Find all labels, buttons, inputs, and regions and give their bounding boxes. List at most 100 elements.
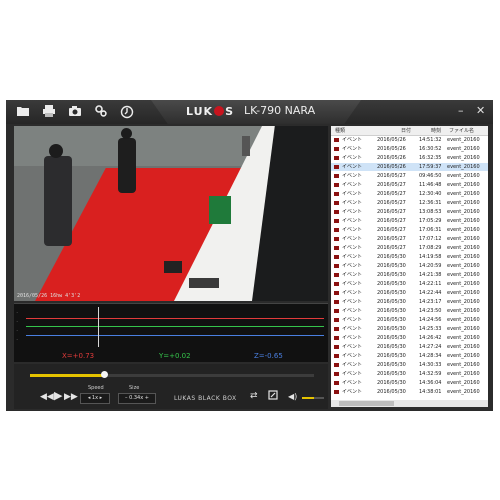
title-bar: LUK S LK-790 NARA – ✕ bbox=[6, 100, 493, 124]
gsensor-graph[interactable]: ---- X=+0.73 Y=+0.02 Z=-0.65 bbox=[14, 303, 328, 362]
playback-controls: ◀◀ ▶ ▶▶ Speed ◂ 1x ▸ Size – 0.34x + LUKA… bbox=[14, 364, 328, 409]
speed-stepper[interactable]: ◂ 1x ▸ bbox=[80, 393, 110, 404]
table-row[interactable]: イベント 2016/05/26 16:32:35 event_20160 bbox=[331, 154, 488, 162]
minimize-button[interactable]: – bbox=[458, 104, 464, 118]
graph-cursor[interactable] bbox=[97, 307, 99, 347]
table-row[interactable]: イベント 2016/05/30 14:26:42 event_20160 bbox=[331, 334, 488, 342]
cell-date: 2016/05/30 bbox=[377, 308, 406, 314]
cell-time: 14:21:38 bbox=[419, 272, 442, 278]
table-row[interactable]: イベント 2016/05/26 14:51:32 event_20160 bbox=[331, 136, 488, 144]
size-label: Size bbox=[129, 385, 140, 391]
event-flag-icon bbox=[334, 390, 339, 394]
table-row[interactable]: イベント 2016/05/27 17:08:29 event_20160 bbox=[331, 244, 488, 252]
table-row[interactable]: イベント 2016/05/30 14:19:58 event_20160 bbox=[331, 253, 488, 261]
cell-date: 2016/05/27 bbox=[377, 218, 406, 224]
cell-date: 2016/05/30 bbox=[377, 272, 406, 278]
cell-date: 2016/05/26 bbox=[377, 146, 406, 152]
table-row[interactable]: イベント 2016/05/26 17:59:37 event_20160 bbox=[331, 163, 488, 171]
cell-file: event_20160 bbox=[447, 353, 480, 359]
table-row[interactable]: イベント 2016/05/27 09:46:50 event_20160 bbox=[331, 172, 488, 180]
cell-file: event_20160 bbox=[447, 146, 480, 152]
cell-type: イベント bbox=[342, 200, 363, 206]
cell-file: event_20160 bbox=[447, 200, 480, 206]
table-row[interactable]: イベント 2016/05/30 14:25:33 event_20160 bbox=[331, 325, 488, 333]
table-row[interactable]: イベント 2016/05/30 14:32:59 event_20160 bbox=[331, 370, 488, 378]
cell-date: 2016/05/30 bbox=[377, 263, 406, 269]
camera-icon[interactable] bbox=[68, 105, 82, 119]
event-flag-icon bbox=[334, 228, 339, 232]
table-row[interactable]: イベント 2016/05/30 14:22:11 event_20160 bbox=[331, 280, 488, 288]
table-row[interactable]: イベント 2016/05/30 14:22:44 event_20160 bbox=[331, 289, 488, 297]
column-header-time[interactable]: 時刻 bbox=[431, 127, 441, 134]
cell-time: 14:23:17 bbox=[419, 299, 442, 305]
graph-y-line bbox=[26, 326, 324, 327]
print-icon[interactable] bbox=[42, 105, 56, 119]
table-row[interactable]: イベント 2016/05/27 12:36:31 event_20160 bbox=[331, 199, 488, 207]
table-row[interactable]: イベント 2016/05/30 14:38:01 event_20160 bbox=[331, 388, 488, 396]
table-row[interactable]: イベント 2016/05/27 13:08:53 event_20160 bbox=[331, 208, 488, 216]
volume-icon[interactable]: ◀) bbox=[288, 392, 297, 402]
video-object bbox=[189, 278, 219, 288]
table-row[interactable]: イベント 2016/05/26 16:30:52 event_20160 bbox=[331, 145, 488, 153]
event-list: 種類 日付 時刻 ファイル名 イベント 2016/05/26 14:51:32 eve… bbox=[331, 126, 488, 400]
table-row[interactable]: イベント 2016/05/27 17:06:31 event_20160 bbox=[331, 226, 488, 234]
video-playback[interactable]: 2016/05/26 16hw 4'3'2 bbox=[14, 126, 328, 301]
cell-file: event_20160 bbox=[447, 227, 480, 233]
table-row[interactable]: イベント 2016/05/30 14:36:04 event_20160 bbox=[331, 379, 488, 387]
event-flag-icon bbox=[334, 318, 339, 322]
seek-bar-handle[interactable] bbox=[100, 371, 108, 378]
rewind-icon[interactable]: ◀◀ bbox=[40, 392, 54, 402]
table-row[interactable]: イベント 2016/05/30 14:23:17 event_20160 bbox=[331, 298, 488, 306]
table-row[interactable]: イベント 2016/05/30 14:23:50 event_20160 bbox=[331, 307, 488, 315]
event-flag-icon bbox=[334, 237, 339, 241]
volume-level bbox=[302, 397, 315, 399]
event-flag-icon bbox=[334, 282, 339, 286]
size-stepper[interactable]: – 0.34x + bbox=[118, 393, 156, 404]
seek-bar[interactable] bbox=[30, 371, 314, 378]
cell-file: event_20160 bbox=[447, 272, 480, 278]
event-flag-icon bbox=[334, 309, 339, 313]
cell-type: イベント bbox=[342, 308, 363, 314]
table-row[interactable]: イベント 2016/05/30 14:27:24 event_20160 bbox=[331, 343, 488, 351]
settings-icon[interactable] bbox=[94, 105, 108, 119]
cell-type: イベント bbox=[342, 335, 363, 341]
play-icon[interactable]: ▶ bbox=[54, 390, 62, 401]
cell-file: event_20160 bbox=[447, 245, 480, 251]
event-flag-icon bbox=[334, 345, 339, 349]
cell-type: イベント bbox=[342, 344, 363, 350]
event-flag-icon bbox=[334, 138, 339, 142]
cell-type: イベント bbox=[342, 182, 363, 188]
table-row[interactable]: イベント 2016/05/30 14:21:38 event_20160 bbox=[331, 271, 488, 279]
cell-file: event_20160 bbox=[447, 308, 480, 314]
table-row[interactable]: イベント 2016/05/30 14:24:56 event_20160 bbox=[331, 316, 488, 324]
column-header-type[interactable]: 種類 bbox=[335, 127, 345, 134]
event-flag-icon bbox=[334, 165, 339, 169]
rotate-icon[interactable]: ⇄ bbox=[250, 391, 258, 401]
close-button[interactable]: ✕ bbox=[476, 104, 485, 118]
table-row[interactable]: イベント 2016/05/27 12:30:40 event_20160 bbox=[331, 190, 488, 198]
table-row[interactable]: イベント 2016/05/27 17:07:12 event_20160 bbox=[331, 235, 488, 243]
table-row[interactable]: イベント 2016/05/30 14:20:59 event_20160 bbox=[331, 262, 488, 270]
video-person-head bbox=[49, 144, 63, 158]
fast-forward-icon[interactable]: ▶▶ bbox=[64, 392, 78, 402]
fullscreen-icon[interactable] bbox=[268, 390, 278, 403]
size-value: 0.34x bbox=[129, 395, 144, 401]
column-header-date[interactable]: 日付 bbox=[401, 127, 411, 134]
cell-type: イベント bbox=[342, 353, 363, 359]
video-object bbox=[164, 261, 182, 273]
folder-icon[interactable] bbox=[16, 105, 30, 119]
table-row[interactable]: イベント 2016/05/27 11:46:48 event_20160 bbox=[331, 181, 488, 189]
cell-date: 2016/05/30 bbox=[377, 299, 406, 305]
horizontal-scrollbar[interactable] bbox=[331, 400, 488, 407]
cell-file: event_20160 bbox=[447, 137, 480, 143]
clock-icon[interactable] bbox=[120, 105, 134, 119]
cell-time: 11:46:48 bbox=[419, 182, 442, 188]
scrollbar-thumb[interactable] bbox=[339, 401, 394, 406]
column-header-file[interactable]: ファイル名 bbox=[449, 127, 474, 134]
table-row[interactable]: イベント 2016/05/30 14:28:34 event_20160 bbox=[331, 352, 488, 360]
graph-x-value: X=+0.73 bbox=[62, 352, 95, 360]
cell-type: イベント bbox=[342, 254, 363, 260]
table-row[interactable]: イベント 2016/05/30 14:30:33 event_20160 bbox=[331, 361, 488, 369]
volume-slider[interactable] bbox=[302, 397, 324, 399]
table-row[interactable]: イベント 2016/05/27 17:05:29 event_20160 bbox=[331, 217, 488, 225]
